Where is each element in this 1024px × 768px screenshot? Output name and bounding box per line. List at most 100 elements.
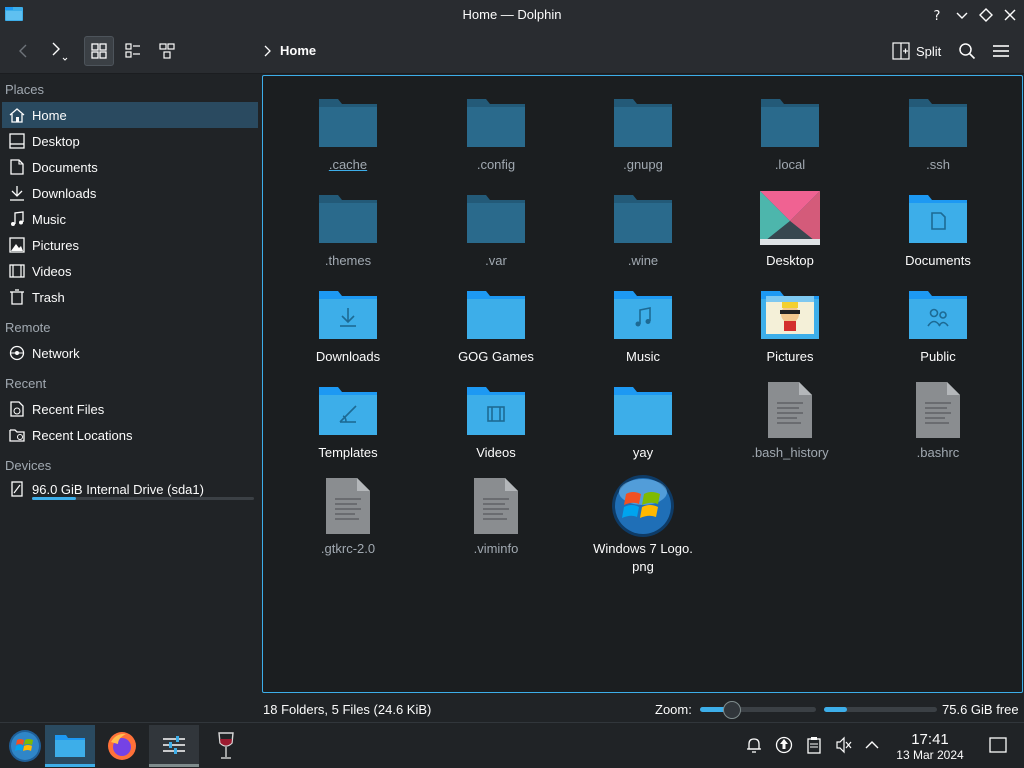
file-item[interactable]: Music [573, 282, 713, 366]
clipboard-button[interactable] [804, 735, 824, 755]
file-item[interactable]: .bash_history [720, 378, 860, 462]
maximize-icon[interactable] [977, 6, 995, 24]
sidebar-item-label: 96.0 GiB Internal Drive (sda1) [32, 481, 204, 497]
section-recent: Recent [5, 376, 47, 391]
sidebar-item-documents[interactable]: Documents [2, 154, 258, 180]
volume-button[interactable] [834, 735, 854, 755]
menu-button[interactable] [986, 36, 1016, 66]
file-item-name: .cache [328, 157, 368, 172]
help-icon[interactable]: ? [928, 6, 946, 24]
folder-music-icon [611, 282, 675, 346]
folder-templates-icon [316, 378, 380, 442]
sidebar-item-desktop[interactable]: Desktop [2, 128, 258, 154]
icons-view-button[interactable] [84, 36, 114, 66]
show-desktop-button[interactable] [988, 735, 1008, 755]
close-icon[interactable] [1001, 6, 1019, 24]
details-view-button[interactable] [152, 36, 182, 66]
pictures-folder-icon [758, 282, 822, 346]
file-item[interactable]: .gtkrc-2.0 [278, 474, 418, 558]
file-item[interactable]: Templates [278, 378, 418, 462]
sidebar-item-music[interactable]: Music [2, 206, 258, 232]
zoom-slider[interactable] [700, 701, 816, 719]
search-button[interactable] [952, 36, 982, 66]
file-item[interactable]: .cache [278, 90, 418, 174]
trash-icon [10, 289, 24, 305]
search-icon [959, 43, 976, 60]
clipboard-icon [807, 737, 821, 754]
windows-start-icon [9, 730, 41, 762]
file-item[interactable]: .gnupg [573, 90, 713, 174]
windows-logo-image-icon [611, 474, 675, 538]
sidebar-item-label: Network [32, 345, 80, 361]
file-item[interactable]: Desktop [720, 186, 860, 270]
file-item[interactable]: Videos [426, 378, 566, 462]
updates-icon [775, 736, 793, 754]
file-item-name: Templates [318, 445, 378, 460]
file-view[interactable]: .cache .config .gnupg .local .ssh .theme… [262, 75, 1023, 693]
back-button[interactable] [8, 36, 38, 66]
sidebar-item-videos[interactable]: Videos [2, 258, 258, 284]
split-button[interactable]: Split [886, 36, 947, 66]
file-item[interactable]: Downloads [278, 282, 418, 366]
sidebar-item-recent-locations[interactable]: Recent Locations [2, 422, 258, 448]
file-item[interactable]: .themes [278, 186, 418, 270]
places-panel: Places Home Desktop Documents Downloads … [0, 75, 262, 695]
sidebar-item-home[interactable]: Home [2, 102, 258, 128]
notifications-button[interactable] [744, 735, 764, 755]
file-item-name: .var [485, 253, 507, 268]
file-item[interactable]: .var [426, 186, 566, 270]
taskbar-wine[interactable] [201, 725, 251, 767]
drive-icon [11, 481, 23, 497]
text-file-icon [316, 474, 380, 538]
hidden-folder-icon [611, 186, 675, 250]
file-item[interactable]: Documents [868, 186, 1008, 270]
start-menu-button[interactable] [0, 725, 50, 767]
taskbar: 17:41 13 Mar 2024 [0, 722, 1024, 768]
back-icon [19, 44, 27, 58]
text-file-icon [906, 378, 970, 442]
sidebar-item-downloads[interactable]: Downloads [2, 180, 258, 206]
section-places: Places [5, 82, 45, 97]
zoom-slider-handle[interactable] [723, 701, 742, 719]
file-item[interactable]: .viminfo [426, 474, 566, 558]
file-item[interactable]: .ssh [868, 90, 1008, 174]
taskbar-settings[interactable] [149, 725, 199, 767]
sidebar-item-recent-files[interactable]: Recent Files [2, 396, 258, 422]
sidebar-item-label: Downloads [32, 185, 97, 201]
file-item-name: Public [920, 349, 956, 364]
clock-date: 13 Mar 2024 [896, 748, 964, 762]
sidebar-item-trash[interactable]: Trash [2, 284, 258, 310]
tray-expand-icon [865, 741, 879, 749]
taskbar-dolphin[interactable] [45, 725, 95, 767]
drive-capacity-fill [32, 497, 77, 500]
tray-expand-button[interactable] [862, 735, 882, 755]
forward-button[interactable] [42, 36, 72, 66]
file-item[interactable]: Pictures [720, 282, 860, 366]
file-item[interactable]: .bashrc [868, 378, 1008, 462]
file-item[interactable]: .local [720, 90, 860, 174]
file-item[interactable]: GOG Games [426, 282, 566, 366]
breadcrumb-home[interactable]: Home [280, 43, 316, 58]
taskbar-firefox[interactable] [97, 725, 147, 767]
compact-view-button[interactable] [118, 36, 148, 66]
sidebar-item-network[interactable]: Network [2, 340, 258, 366]
wine-glass-icon [218, 732, 234, 759]
digital-clock[interactable]: 17:41 13 Mar 2024 [892, 731, 968, 763]
sidebar-item-label: Pictures [32, 237, 79, 253]
sidebar-item-pictures[interactable]: Pictures [2, 232, 258, 258]
file-item[interactable]: .config [426, 90, 566, 174]
zoom-label: Zoom: [655, 702, 692, 717]
file-item[interactable]: .wine [573, 186, 713, 270]
file-item[interactable]: yay [573, 378, 713, 462]
file-item[interactable]: Windows 7 Logo. png [573, 474, 713, 576]
icons-view-icon [91, 43, 107, 59]
file-item-name: .bashrc [916, 445, 960, 460]
updates-button[interactable] [774, 735, 794, 755]
breadcrumb: Home [262, 43, 316, 58]
file-item-name: yay [632, 445, 654, 460]
file-item[interactable]: Public [868, 282, 1008, 366]
minimize-icon[interactable] [953, 6, 971, 24]
clock-time: 17:41 [911, 731, 949, 748]
section-remote: Remote [5, 320, 51, 335]
file-item-name: .gnupg [623, 157, 663, 172]
